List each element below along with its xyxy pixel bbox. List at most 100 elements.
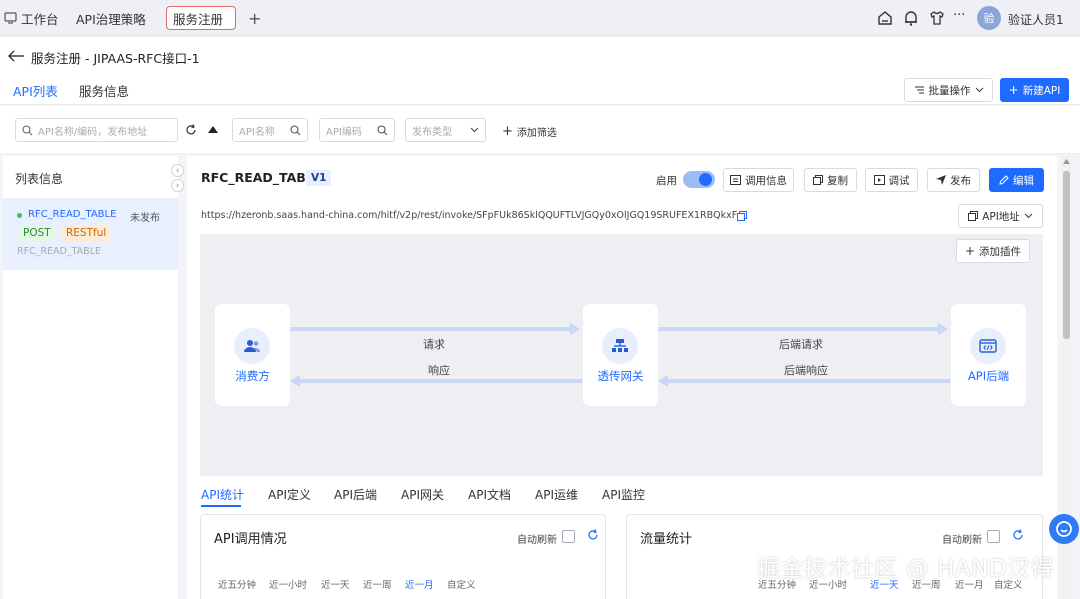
refresh-icon[interactable] — [587, 529, 601, 543]
chevron-down-icon — [1024, 213, 1033, 219]
scrollbar-thumb[interactable] — [1063, 171, 1070, 339]
copy-url-icon[interactable] — [737, 211, 747, 221]
arrow-head-left — [290, 375, 300, 387]
search-input[interactable]: API名称/编码，发布地址 — [15, 118, 178, 142]
backend-response-arrow — [668, 379, 950, 383]
collapse-up-icon[interactable] — [208, 126, 218, 133]
tab-api-ops[interactable]: API运维 — [535, 486, 578, 503]
api-code-field[interactable]: API编码 — [319, 118, 395, 142]
top-bar: 工作台 API治理策略 服务注册 + ··· 验 验证人员1 — [0, 0, 1080, 36]
plus-icon: + — [964, 244, 976, 258]
backend-request-arrow — [658, 327, 940, 331]
more-icon[interactable]: ··· — [953, 8, 971, 26]
page-header: 服务注册 - JIPAAS-RFC接口-1 — [0, 37, 1080, 75]
backend-request-label: 后端请求 — [779, 338, 823, 351]
arrow-head-left — [658, 375, 668, 387]
call-info-button[interactable]: 调用信息 — [723, 168, 794, 192]
enable-toggle[interactable] — [683, 171, 715, 188]
tab-api-docs[interactable]: API文档 — [468, 486, 511, 503]
tab-service-registration[interactable]: 服务注册 — [166, 6, 236, 30]
tab-api-statistics[interactable]: API统计 — [201, 486, 244, 503]
pencil-icon — [999, 175, 1009, 185]
chevron-down-icon — [975, 87, 984, 93]
filter-bar: API名称/编码，发布地址 API名称 API编码 发布类型 + 添加筛选 — [0, 106, 1080, 154]
list-item-name: RFC_READ_TABLE — [28, 209, 117, 220]
api-name-field[interactable]: API名称 — [232, 118, 308, 142]
api-detail-panel: RFC_READ_TABLE V1 启用 调用信息 复制 调试 发布 编辑 ht… — [187, 156, 1057, 599]
refresh-icon[interactable] — [1012, 529, 1026, 543]
list-item-code: RFC_READ_TABLE — [17, 246, 101, 257]
chevron-down-icon — [470, 127, 479, 133]
copy-icon — [813, 175, 823, 185]
edit-button[interactable]: 编辑 — [989, 168, 1044, 192]
tab-api-policy[interactable]: API治理策略 — [76, 6, 146, 30]
auto-refresh-checkbox[interactable] — [562, 530, 575, 543]
tab-api-definition[interactable]: API定义 — [268, 486, 311, 503]
backend-response-label: 后端响应 — [784, 364, 828, 377]
avatar[interactable]: 验 — [977, 6, 1001, 30]
request-arrow — [290, 327, 572, 331]
chat-assistant-button[interactable] — [1049, 514, 1079, 544]
range-custom[interactable]: 自定义 — [447, 577, 476, 591]
tab-service-info[interactable]: 服务信息 — [79, 81, 129, 100]
response-label: 响应 — [428, 364, 450, 377]
auto-refresh-checkbox[interactable] — [987, 530, 1000, 543]
api-list-panel: 列表信息 RFC_READ_TABLE 未发布 POST RESTful RFC… — [3, 156, 184, 599]
batch-operation-button[interactable]: 批量操作 — [904, 78, 993, 102]
card-title: API调用情况 — [214, 532, 287, 547]
scroll-up-icon[interactable] — [1063, 159, 1070, 164]
consumer-node[interactable]: 消费方 — [215, 304, 290, 406]
api-address-button[interactable]: API地址 — [958, 204, 1043, 228]
bell-icon[interactable] — [902, 9, 920, 27]
expand-right-button[interactable]: › — [171, 179, 184, 192]
debug-icon — [873, 175, 885, 185]
range-1week[interactable]: 近一周 — [363, 577, 392, 591]
publish-button[interactable]: 发布 — [927, 168, 980, 192]
tab-api-monitor[interactable]: API监控 — [602, 486, 645, 503]
page-tabs: API列表 服务信息 批量操作 + 新建API — [0, 75, 1080, 109]
list-item-status: 未发布 — [130, 213, 160, 224]
add-filter-button[interactable]: + 添加筛选 — [502, 124, 557, 139]
range-1hour[interactable]: 近一小时 — [269, 577, 307, 591]
tab-api-gateway[interactable]: API网关 — [401, 486, 444, 503]
home-icon[interactable] — [876, 9, 894, 27]
range-1month[interactable]: 近一月 — [405, 577, 434, 591]
debug-button[interactable]: 调试 — [865, 168, 918, 192]
send-icon — [936, 175, 946, 185]
user-name[interactable]: 验证人员1 — [1008, 11, 1064, 28]
collapse-left-button[interactable]: ‹ — [171, 164, 184, 177]
backend-node[interactable]: API后端 — [951, 304, 1026, 406]
list-item[interactable]: RFC_READ_TABLE 未发布 POST RESTful RFC_READ… — [3, 198, 178, 270]
auto-refresh-label: 自动刷新 — [517, 535, 557, 546]
range-5min[interactable]: 近五分钟 — [218, 577, 256, 591]
tab-api-list[interactable]: API列表 — [13, 81, 58, 109]
back-arrow-icon[interactable] — [7, 49, 25, 63]
copy-button[interactable]: 复制 — [804, 168, 857, 192]
code-window-icon — [970, 328, 1006, 364]
response-arrow — [300, 379, 582, 383]
api-calls-card: API调用情况 自动刷新 近五分钟 近一小时 近一天 近一周 近一月 自定义 — [200, 514, 606, 599]
arrow-head-right — [938, 323, 948, 335]
users-icon — [234, 328, 270, 364]
add-tab-button[interactable]: + — [248, 6, 261, 30]
type-tag: RESTful — [62, 225, 111, 241]
tab-api-backend[interactable]: API后端 — [334, 486, 377, 503]
publish-type-select[interactable]: 发布类型 — [405, 118, 486, 142]
gateway-node[interactable]: 透传网关 — [583, 304, 658, 406]
status-dot — [17, 213, 22, 218]
copy-icon — [968, 211, 979, 221]
chat-icon — [1055, 520, 1073, 538]
info-card-icon — [730, 175, 741, 185]
version-badge: V1 — [306, 170, 332, 186]
watermark: 掘金技术社区 @ HAND汉得 — [757, 556, 1055, 582]
new-api-button[interactable]: + 新建API — [1000, 78, 1069, 102]
shirt-icon[interactable] — [928, 9, 946, 27]
add-plugin-button[interactable]: + 添加插件 — [956, 239, 1030, 263]
card-title: 流量统计 — [640, 532, 693, 547]
page-title: 服务注册 - JIPAAS-RFC接口-1 — [31, 51, 200, 66]
range-1day[interactable]: 近一天 — [321, 577, 350, 591]
search-icon — [22, 124, 33, 136]
refresh-icon[interactable] — [185, 124, 197, 136]
tab-workbench[interactable]: 工作台 — [21, 6, 59, 30]
active-tab-underline — [201, 505, 241, 507]
